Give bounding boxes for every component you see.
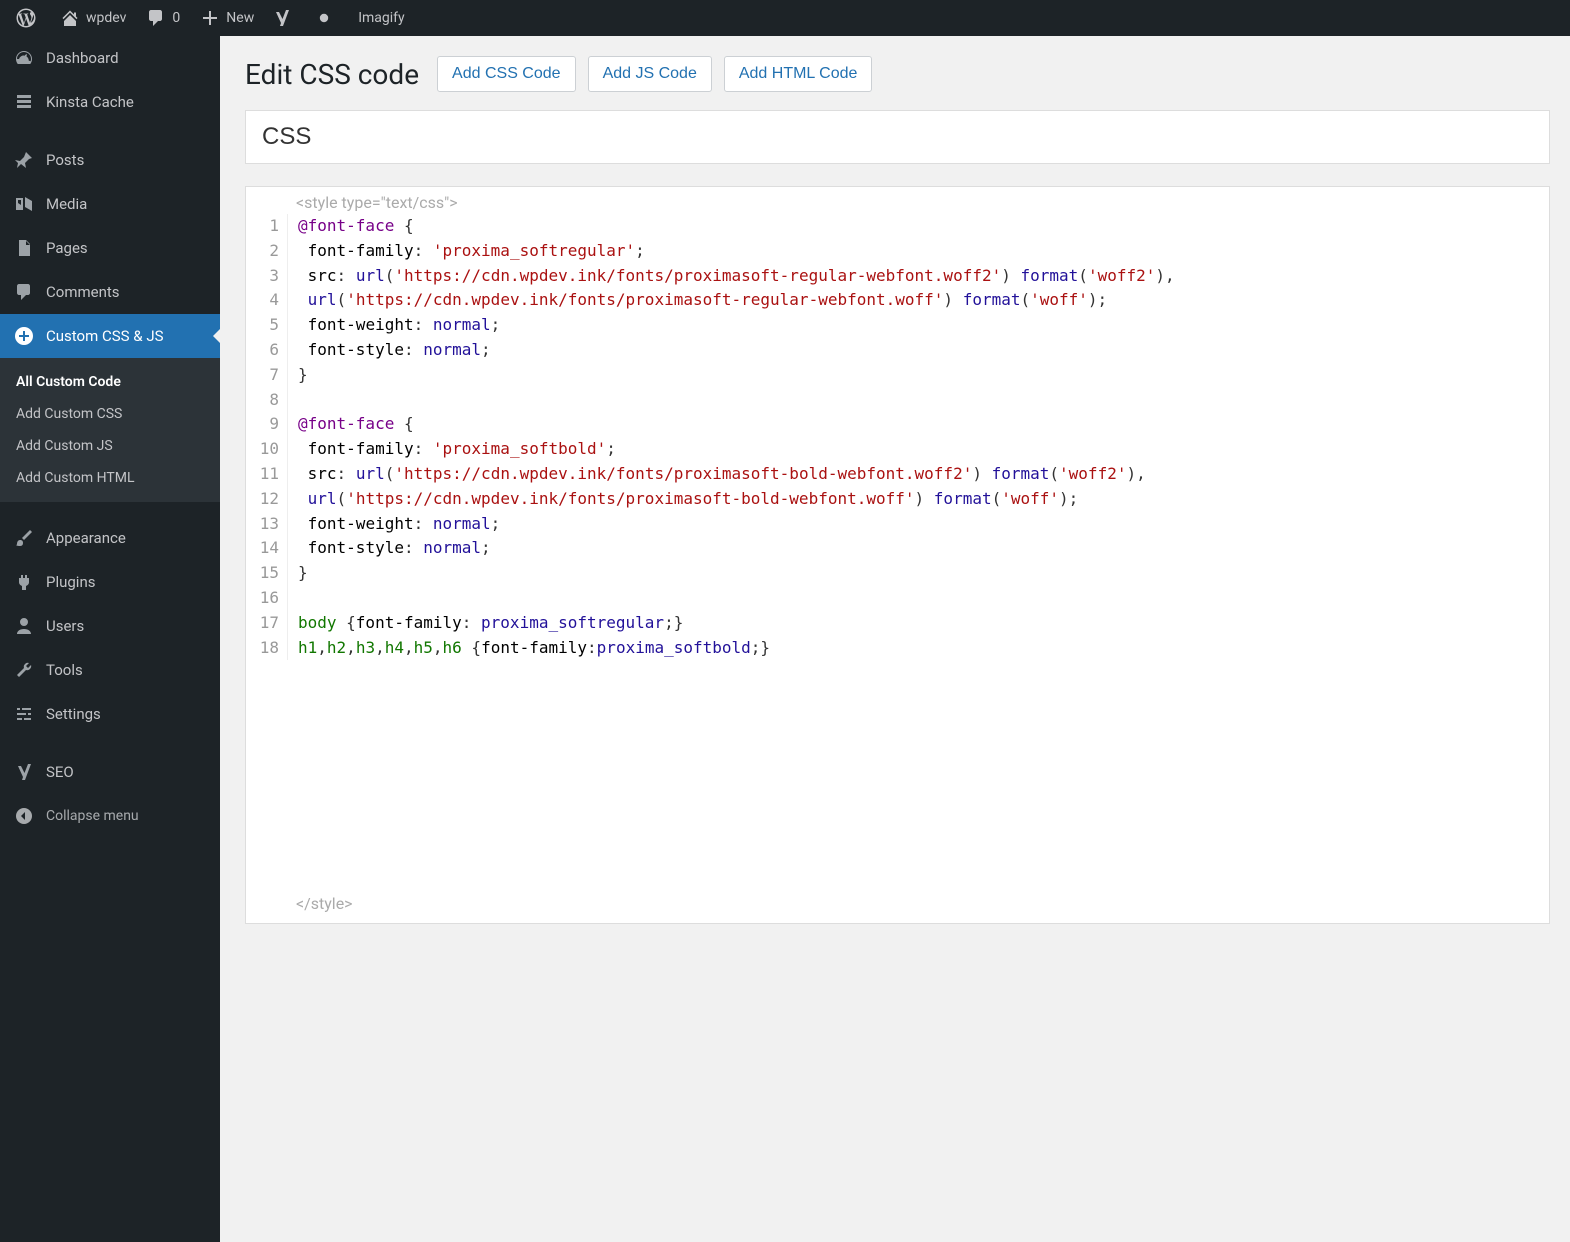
wrench-icon (12, 658, 36, 682)
page-header: Edit CSS code Add CSS Code Add JS Code A… (245, 56, 1550, 92)
pin-icon (12, 148, 36, 172)
new-label: New (226, 10, 254, 26)
brush-icon (12, 526, 36, 550)
dashboard-icon (12, 46, 36, 70)
submenu-add-html[interactable]: Add Custom HTML (0, 462, 220, 494)
sidebar-item-label: Dashboard (46, 49, 119, 67)
sidebar-item-media[interactable]: Media (0, 182, 220, 226)
sidebar-submenu: All Custom Code Add Custom CSS Add Custo… (0, 358, 220, 502)
main-content: Edit CSS code Add CSS Code Add JS Code A… (220, 36, 1570, 1242)
submenu-add-js[interactable]: Add Custom JS (0, 430, 220, 462)
plug-icon (12, 570, 36, 594)
yoast-icon (272, 8, 292, 28)
collapse-label: Collapse menu (46, 808, 139, 824)
comments-icon (12, 280, 36, 304)
comment-icon (146, 8, 166, 28)
admin-sidebar: Dashboard Kinsta Cache Posts Media Pages… (0, 36, 220, 1242)
sidebar-item-appearance[interactable]: Appearance (0, 516, 220, 560)
sidebar-item-tools[interactable]: Tools (0, 648, 220, 692)
submenu-all-code[interactable]: All Custom Code (0, 366, 220, 398)
site-name-link[interactable]: wpdev (50, 0, 136, 36)
sidebar-item-label: Pages (46, 239, 88, 257)
sidebar-item-label: Plugins (46, 573, 95, 591)
pages-icon (12, 236, 36, 260)
line-gutter: 123456789101112131415161718 (246, 214, 288, 660)
sliders-icon (12, 702, 36, 726)
sidebar-item-label: Posts (46, 151, 84, 169)
circle-icon (314, 8, 334, 28)
home-icon (60, 8, 80, 28)
sidebar-item-dashboard[interactable]: Dashboard (0, 36, 220, 80)
style-open-tag: <style type="text/css"> (246, 187, 1549, 214)
wordpress-icon (16, 8, 36, 28)
sidebar-item-label: Appearance (46, 529, 126, 547)
comments-count: 0 (172, 10, 180, 26)
sidebar-item-pages[interactable]: Pages (0, 226, 220, 270)
comments-link[interactable]: 0 (136, 0, 190, 36)
add-html-button[interactable]: Add HTML Code (724, 56, 873, 92)
list-icon (12, 90, 36, 114)
user-icon (12, 614, 36, 638)
sidebar-item-label: Tools (46, 661, 83, 679)
add-css-button[interactable]: Add CSS Code (437, 56, 576, 92)
page-title: Edit CSS code (245, 58, 419, 91)
site-name-text: wpdev (86, 10, 126, 26)
new-content-link[interactable]: New (190, 0, 264, 36)
collapse-menu[interactable]: Collapse menu (0, 794, 220, 838)
sidebar-item-plugins[interactable]: Plugins (0, 560, 220, 604)
wp-logo[interactable] (8, 0, 50, 36)
sidebar-item-posts[interactable]: Posts (0, 138, 220, 182)
media-icon (12, 192, 36, 216)
sidebar-item-label: SEO (46, 763, 74, 781)
submenu-add-css[interactable]: Add Custom CSS (0, 398, 220, 430)
imagify-label: Imagify (358, 10, 404, 26)
plus-circle-icon (12, 324, 36, 348)
sidebar-item-label: Kinsta Cache (46, 93, 134, 111)
yoast-link[interactable] (264, 0, 306, 36)
arrow-left-circle-icon (12, 804, 36, 828)
post-title-input[interactable] (245, 110, 1550, 164)
sidebar-item-label: Users (46, 617, 84, 635)
status-dot[interactable] (306, 0, 348, 36)
sidebar-item-label: Custom CSS & JS (46, 327, 164, 345)
sidebar-item-kinsta[interactable]: Kinsta Cache (0, 80, 220, 124)
sidebar-item-label: Settings (46, 705, 101, 723)
yoast-icon (12, 760, 36, 784)
sidebar-item-label: Comments (46, 283, 120, 301)
code-lines[interactable]: @font-face { font-family: 'proxima_softr… (288, 214, 1549, 660)
imagify-link[interactable]: Imagify (348, 0, 414, 36)
plus-icon (200, 8, 220, 28)
admin-bar: wpdev 0 New Imagify (0, 0, 1570, 36)
sidebar-item-users[interactable]: Users (0, 604, 220, 648)
sidebar-item-comments[interactable]: Comments (0, 270, 220, 314)
sidebar-item-seo[interactable]: SEO (0, 750, 220, 794)
sidebar-item-settings[interactable]: Settings (0, 692, 220, 736)
code-editor[interactable]: <style type="text/css"> 1234567891011121… (245, 186, 1550, 924)
sidebar-item-customcss[interactable]: Custom CSS & JS (0, 314, 220, 358)
sidebar-item-label: Media (46, 195, 87, 213)
add-js-button[interactable]: Add JS Code (588, 56, 712, 92)
style-close-tag: </style> (246, 890, 1549, 923)
